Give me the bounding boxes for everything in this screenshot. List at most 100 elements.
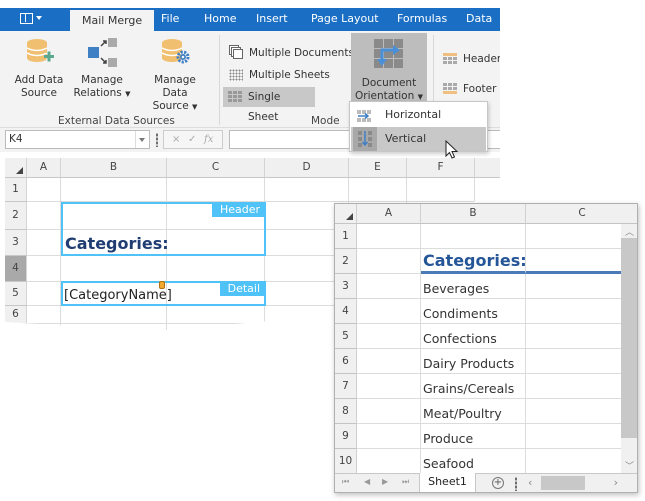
category-cell[interactable]: Condiments xyxy=(421,299,526,324)
result-cell-c[interactable] xyxy=(526,349,623,374)
row-header-2[interactable]: 2 xyxy=(5,202,27,230)
result-cell-c[interactable] xyxy=(526,274,623,299)
next-sheet-icon[interactable]: ▶ xyxy=(382,477,388,486)
header-region[interactable]: Header Categories: xyxy=(61,202,266,256)
result-column-header-b[interactable]: B xyxy=(421,204,526,224)
category-name-field[interactable]: [CategoryName] xyxy=(64,288,172,303)
footer-button[interactable]: Footer xyxy=(438,79,500,99)
tab-formulas[interactable]: Formulas xyxy=(397,12,447,25)
result-row-header[interactable]: 6 xyxy=(335,349,357,374)
column-header-b[interactable]: B xyxy=(61,158,167,178)
result-cell-a[interactable] xyxy=(357,249,421,274)
result-cell-c[interactable] xyxy=(526,224,623,249)
row-header-7[interactable] xyxy=(5,324,27,332)
result-row-header[interactable]: 4 xyxy=(335,299,357,324)
category-cell[interactable]: Meat/Poultry xyxy=(421,399,526,424)
category-cell[interactable]: Beverages xyxy=(421,274,526,299)
multiple-documents-button[interactable]: Multiple Documents xyxy=(224,43,360,63)
result-row-header[interactable]: 1 xyxy=(335,224,357,249)
result-cell-c[interactable] xyxy=(526,299,623,324)
result-cell-a[interactable] xyxy=(357,274,421,299)
manage-data-source-button[interactable]: Manage Data Source ▼ xyxy=(140,36,210,114)
result-cell-a[interactable] xyxy=(357,299,421,324)
add-data-source-button[interactable]: Add Data Source xyxy=(14,36,64,100)
first-sheet-icon[interactable]: ⏮ xyxy=(342,477,349,487)
vertical-scroll-thumb[interactable] xyxy=(621,238,637,438)
grip-handle[interactable] xyxy=(156,133,158,147)
select-all-corner[interactable] xyxy=(335,204,357,224)
enter-icon[interactable]: ✓ xyxy=(188,131,196,148)
tab-home[interactable]: Home xyxy=(204,12,236,25)
result-cell-c[interactable] xyxy=(526,449,623,474)
column-header-g[interactable] xyxy=(475,158,500,178)
single-sheet-button[interactable]: Single Sheet xyxy=(223,87,315,123)
result-row-header[interactable]: 7 xyxy=(335,374,357,399)
result-cell-c[interactable] xyxy=(526,324,623,349)
result-row-header[interactable]: 2 xyxy=(335,249,357,274)
column-header-c[interactable]: C xyxy=(167,158,265,178)
category-cell[interactable]: Grains/Cereals xyxy=(421,374,526,399)
row-header-1[interactable]: 1 xyxy=(5,178,27,202)
column-header-a[interactable]: A xyxy=(27,158,61,178)
result-row-header[interactable]: 8 xyxy=(335,399,357,424)
result-cell-c[interactable] xyxy=(526,399,623,424)
row-header-3[interactable]: 3 xyxy=(5,230,27,256)
tab-splitter-handle[interactable] xyxy=(515,477,517,491)
sheet-tab-sheet1[interactable]: Sheet1 xyxy=(419,473,476,492)
result-row-header[interactable]: 3 xyxy=(335,274,357,299)
category-cell[interactable]: Seafood xyxy=(421,449,526,474)
result-cell-b[interactable] xyxy=(421,224,526,249)
quick-access-toolbar[interactable] xyxy=(20,11,50,27)
result-row-header[interactable]: 10 xyxy=(335,449,357,474)
scroll-right-icon[interactable]: › xyxy=(614,476,618,489)
row-header-5[interactable]: 5 xyxy=(5,282,27,306)
scroll-down-icon[interactable]: ﹀ xyxy=(625,459,634,472)
result-cell-a[interactable] xyxy=(357,349,421,374)
column-header-e[interactable]: E xyxy=(349,158,407,178)
tab-data[interactable]: Data xyxy=(466,12,492,25)
vertical-scrollbar[interactable]: ︿ ﹀ xyxy=(621,224,637,474)
category-cell[interactable]: Dairy Products xyxy=(421,349,526,374)
result-cell-a[interactable] xyxy=(357,374,421,399)
result-cell-c[interactable] xyxy=(526,374,623,399)
row-header-6[interactable]: 6 xyxy=(5,306,27,324)
column-header-f[interactable]: F xyxy=(407,158,475,178)
horizontal-scrollbar[interactable]: ‹ › xyxy=(525,475,621,491)
select-all-corner[interactable] xyxy=(5,158,27,178)
tab-insert[interactable]: Insert xyxy=(256,12,288,25)
result-cell-a[interactable] xyxy=(357,224,421,249)
menu-item-horizontal[interactable]: Horizontal xyxy=(351,103,486,127)
last-sheet-icon[interactable]: ⏭ xyxy=(402,477,409,487)
result-column-header-a[interactable]: A xyxy=(357,204,421,224)
menu-item-vertical[interactable]: Vertical xyxy=(351,127,486,151)
manage-relations-button[interactable]: Manage Relations ▼ xyxy=(73,36,131,101)
insert-function-icon[interactable]: fx xyxy=(204,131,213,148)
previous-sheet-icon[interactable]: ◀ xyxy=(364,477,370,486)
header-button[interactable]: Header xyxy=(438,49,500,69)
scroll-left-icon[interactable]: ‹ xyxy=(528,476,532,489)
result-row-header[interactable]: 5 xyxy=(335,324,357,349)
result-cell-a[interactable] xyxy=(357,399,421,424)
add-sheet-icon[interactable]: + xyxy=(492,477,504,489)
multiple-sheets-button[interactable]: Multiple Sheets xyxy=(224,65,336,85)
result-title-cell[interactable]: Categories: xyxy=(421,249,527,274)
result-column-header-c[interactable]: C xyxy=(526,204,637,224)
cancel-icon[interactable]: × xyxy=(172,131,180,148)
result-cell-a[interactable] xyxy=(357,424,421,449)
scroll-up-icon[interactable]: ︿ xyxy=(625,225,634,238)
tab-mail-merge[interactable]: Mail Merge xyxy=(70,10,155,31)
horizontal-scroll-thumb[interactable] xyxy=(541,476,585,490)
category-cell[interactable]: Produce xyxy=(421,424,526,449)
result-cell-a[interactable] xyxy=(357,324,421,349)
row-header-4[interactable]: 4 xyxy=(5,256,27,282)
tab-page-layout[interactable]: Page Layout xyxy=(311,12,379,25)
category-cell[interactable]: Confections xyxy=(421,324,526,349)
name-box[interactable]: K4 xyxy=(5,130,150,149)
result-cell-c[interactable] xyxy=(526,424,623,449)
result-cell-a[interactable] xyxy=(357,449,421,474)
result-row-header[interactable]: 9 xyxy=(335,424,357,449)
detail-region[interactable]: Detail [CategoryName] xyxy=(61,281,266,306)
document-orientation-button[interactable]: Document Orientation ▼ xyxy=(351,33,427,110)
chevron-down-icon[interactable] xyxy=(135,131,149,148)
column-header-d[interactable]: D xyxy=(265,158,349,178)
